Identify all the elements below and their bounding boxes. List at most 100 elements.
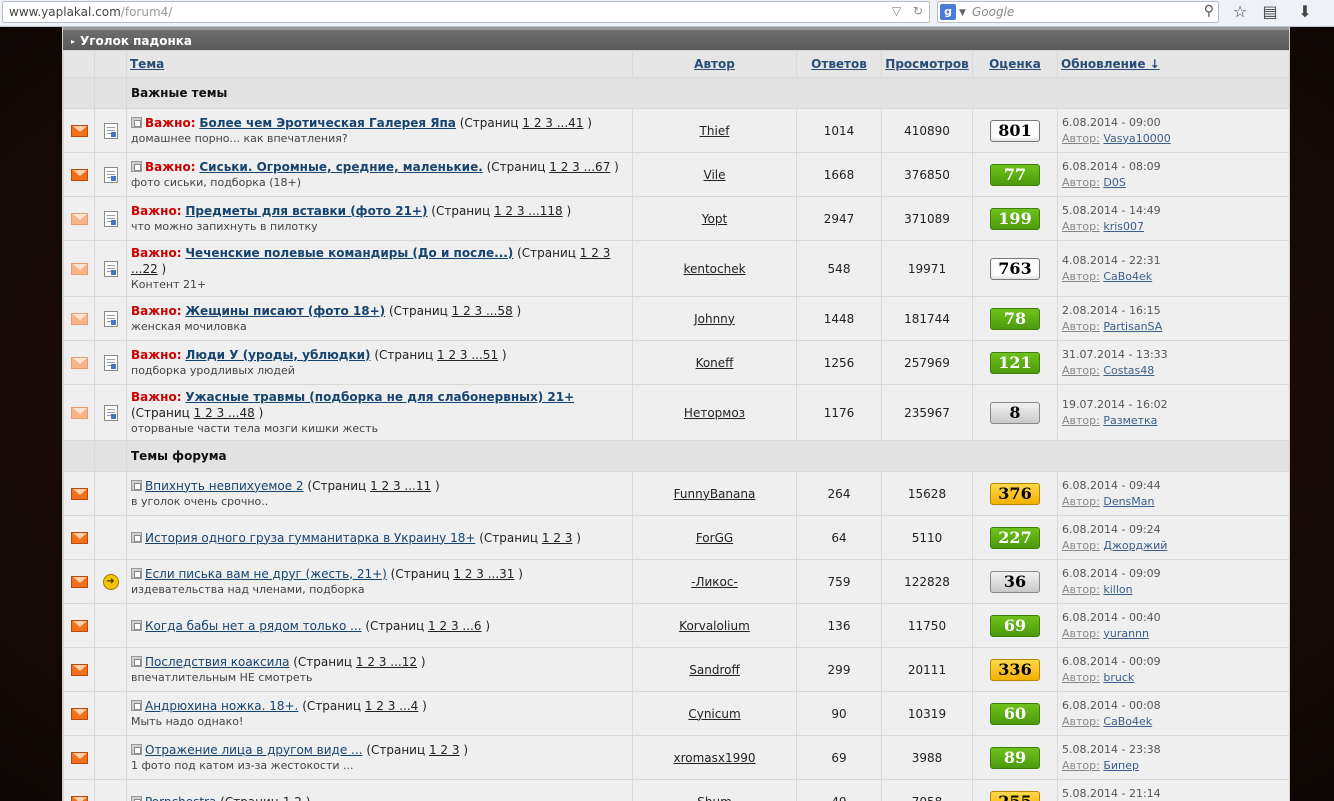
header-title[interactable]: Тема <box>126 50 633 78</box>
last-author-link[interactable]: kris007 <box>1103 220 1144 233</box>
topic-marker-icon <box>131 795 142 801</box>
header-updated[interactable]: Обновление ↓ <box>1057 50 1289 78</box>
page-links[interactable]: 1 2 3 ...51 <box>437 348 498 362</box>
last-author-link[interactable]: DensMan <box>1103 495 1154 508</box>
search-icon[interactable]: ⚲ <box>1204 2 1214 20</box>
header-author[interactable]: Автор <box>632 50 797 78</box>
bookmarks-list-icon[interactable]: ▤ <box>1259 2 1281 22</box>
search-box[interactable]: g ▼ Google ⚲ <box>937 1 1219 23</box>
header-rating[interactable]: Оценка <box>972 50 1058 78</box>
author-link[interactable]: xromasx1990 <box>673 751 755 765</box>
envelope-icon[interactable] <box>70 263 88 275</box>
pages-prefix: (Страниц <box>431 203 491 218</box>
dropdown-icon[interactable]: ▽ <box>892 4 901 18</box>
updated-date: 5.08.2014 - 23:38 <box>1062 742 1161 756</box>
envelope-icon[interactable] <box>70 532 88 544</box>
author-link[interactable]: -Ликос- <box>691 575 738 589</box>
bookmark-star-icon[interactable]: ☆ <box>1229 2 1251 22</box>
author-link[interactable]: Shum <box>697 795 732 801</box>
address-bar[interactable]: www.yaplakal.com/forum4/ ▽ ↻ <box>2 1 930 23</box>
topic-link[interactable]: Жещины писают (фото 18+) <box>185 304 385 318</box>
updated-cell: 5.08.2014 - 23:38 Автор: Бипер <box>1057 735 1289 780</box>
page-links[interactable]: 1 2 3 ...6 <box>428 619 481 633</box>
page-links[interactable]: 1 2 3 ...31 <box>453 567 514 581</box>
last-author-link[interactable]: Разметка <box>1103 414 1157 427</box>
envelope-icon[interactable] <box>70 125 88 137</box>
author-link[interactable]: Korvalolium <box>679 619 750 633</box>
page-links[interactable]: 1 2 3 ...12 <box>356 655 417 669</box>
page-links[interactable]: 1 2 3 ...41 <box>522 116 583 130</box>
topic-link[interactable]: Сиськи. Огромные, средние, маленькие. <box>199 160 482 174</box>
last-author-link[interactable]: yurannn <box>1103 627 1149 640</box>
envelope-icon[interactable] <box>70 752 88 764</box>
page-links[interactable]: 1 2 3 ...48 <box>194 406 255 420</box>
author-link[interactable]: kentochek <box>683 262 745 276</box>
browser-toolbar: www.yaplakal.com/forum4/ ▽ ↻ g ▼ Google … <box>0 0 1334 27</box>
author-link[interactable]: Yopt <box>702 212 727 226</box>
last-author-link[interactable]: CaBo4ek <box>1103 715 1152 728</box>
author-link[interactable]: Sandroff <box>689 663 739 677</box>
last-author-link[interactable]: Джорджий <box>1103 539 1167 552</box>
author-link[interactable]: Vile <box>704 168 726 182</box>
author-link[interactable]: Thief <box>700 124 730 138</box>
last-author-link[interactable]: Бипер <box>1103 759 1139 772</box>
page-links[interactable]: 1 2 3 ...4 <box>365 699 418 713</box>
envelope-icon[interactable] <box>70 576 88 588</box>
topic-link[interactable]: Pornchestra <box>145 795 216 801</box>
header-views[interactable]: Просмотров <box>881 50 973 78</box>
envelope-icon[interactable] <box>70 313 88 325</box>
topic-link[interactable]: Ужасные травмы (подборка не для слабонер… <box>185 390 574 404</box>
envelope-icon[interactable] <box>70 213 88 225</box>
topic-link[interactable]: Впихнуть невпихуемое 2 <box>145 479 304 493</box>
author-link[interactable]: Нетормоз <box>684 406 745 420</box>
topic-link[interactable]: История одного груза гумманитарка в Укра… <box>145 531 475 545</box>
topic-description: подборка уродливых людей <box>131 363 295 377</box>
topic-link[interactable]: Предметы для вставки (фото 21+) <box>185 204 427 218</box>
last-author-link[interactable]: killon <box>1103 583 1132 596</box>
page-links[interactable]: 1 2 3 ...58 <box>452 304 513 318</box>
topic-link[interactable]: Андрюхина ножка. 18+. <box>145 699 298 713</box>
envelope-icon[interactable] <box>70 708 88 720</box>
envelope-icon[interactable] <box>70 664 88 676</box>
replies-count: 1668 <box>796 152 882 197</box>
author-link[interactable]: Koneff <box>696 356 734 370</box>
envelope-cell <box>63 471 95 516</box>
page-links[interactable]: 1 2 3 ...118 <box>494 204 563 218</box>
page-links[interactable]: 1 2 3 <box>429 743 460 757</box>
last-author-link[interactable]: D0S <box>1103 176 1125 189</box>
topic-link[interactable]: Отражение лица в другом виде ... <box>145 743 362 757</box>
header-replies[interactable]: Ответов <box>796 50 882 78</box>
chevron-down-icon[interactable]: ▼ <box>959 4 966 22</box>
reload-icon[interactable]: ↻ <box>913 4 923 18</box>
envelope-icon[interactable] <box>70 169 88 181</box>
envelope-icon[interactable] <box>70 407 88 419</box>
page-links[interactable]: 1 2 <box>283 795 302 801</box>
author-link[interactable]: Cynicum <box>688 707 740 721</box>
download-icon[interactable]: ⬇ <box>1294 2 1316 22</box>
last-author-link[interactable]: PartisanSA <box>1103 320 1162 333</box>
google-icon[interactable]: g <box>940 4 956 20</box>
last-author-link[interactable]: Costas48 <box>1103 364 1154 377</box>
last-author-link[interactable]: Vasya10000 <box>1103 132 1170 145</box>
updated-date: 6.08.2014 - 09:24 <box>1062 522 1161 536</box>
last-author-link[interactable]: bruck <box>1103 671 1134 684</box>
envelope-icon[interactable] <box>70 620 88 632</box>
page-links[interactable]: 1 2 3 <box>542 531 573 545</box>
page-links[interactable]: 1 2 3 ...11 <box>370 479 431 493</box>
rating-badge: 8 <box>990 401 1040 424</box>
topic-link[interactable]: Когда бабы нет а рядом только ... <box>145 619 362 633</box>
envelope-icon[interactable] <box>70 796 88 801</box>
search-input[interactable]: Google <box>972 3 1014 21</box>
topic-link[interactable]: Люди У (уроды, ублюдки) <box>185 348 370 362</box>
topic-link[interactable]: Последствия коаксила <box>145 655 289 669</box>
topic-link[interactable]: Более чем Эротическая Галерея Япа <box>199 116 456 130</box>
page-links[interactable]: 1 2 3 ...67 <box>549 160 610 174</box>
envelope-icon[interactable] <box>70 488 88 500</box>
envelope-icon[interactable] <box>70 357 88 369</box>
author-link[interactable]: ForGG <box>696 531 733 545</box>
author-link[interactable]: Johnny <box>694 312 735 326</box>
topic-link[interactable]: Чеченские полевые командиры (До и после.… <box>185 246 513 260</box>
topic-link[interactable]: Если писька вам не друг (жесть, 21+) <box>145 567 387 581</box>
author-link[interactable]: FunnyBanana <box>674 487 756 501</box>
last-author-link[interactable]: CaBo4ek <box>1103 270 1152 283</box>
